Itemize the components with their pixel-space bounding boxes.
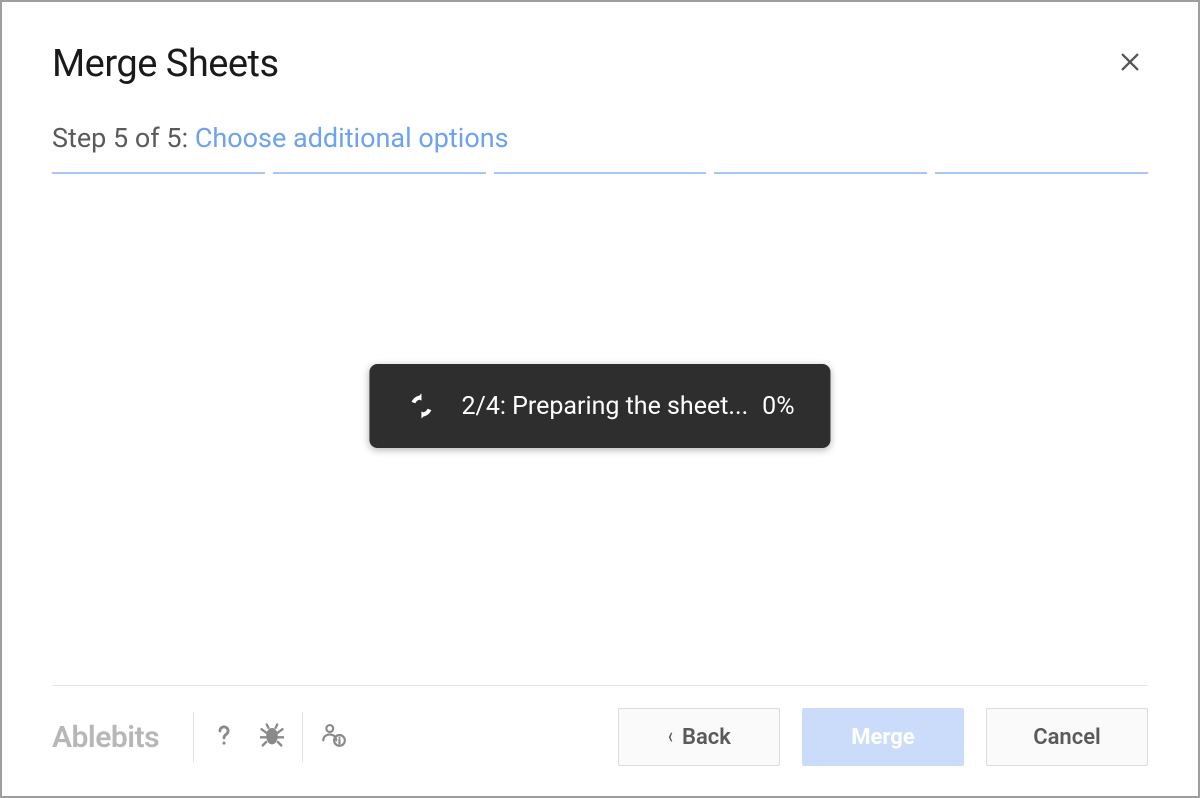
- account-info-button[interactable]: [309, 713, 357, 761]
- step-prefix: Step 5 of 5:: [52, 122, 195, 154]
- help-icon: [210, 721, 238, 753]
- user-info-icon: [319, 721, 347, 753]
- cancel-button[interactable]: Cancel: [986, 708, 1148, 766]
- toast-text: 2/4: Preparing the sheet... 0%: [461, 392, 794, 421]
- back-button-label: Back: [682, 725, 731, 750]
- action-buttons: ‹ Back Merge Cancel: [618, 708, 1148, 766]
- footer: Ablebits: [52, 685, 1148, 766]
- bug-report-button[interactable]: [248, 713, 296, 761]
- bug-icon: [258, 721, 286, 753]
- help-button[interactable]: [200, 713, 248, 761]
- toast-message: 2/4: Preparing the sheet...: [461, 392, 748, 421]
- footer-icons: [200, 713, 296, 761]
- separator: [193, 712, 194, 762]
- footer-icons-2: [309, 713, 357, 761]
- step-highlight: Choose additional options: [195, 122, 509, 154]
- dialog-title: Merge Sheets: [52, 42, 279, 86]
- close-button[interactable]: [1112, 46, 1148, 82]
- merge-button[interactable]: Merge: [802, 708, 964, 766]
- header: Merge Sheets: [52, 42, 1148, 86]
- cancel-button-label: Cancel: [1033, 725, 1101, 750]
- chevron-left-icon: ‹: [668, 726, 673, 748]
- toast-percent: 0%: [762, 392, 794, 421]
- dialog-frame: Merge Sheets Step 5 of 5: Choose additio…: [0, 0, 1200, 798]
- step-label: Step 5 of 5: Choose additional options: [52, 122, 1148, 154]
- brand-label: Ablebits: [52, 720, 159, 755]
- back-button[interactable]: ‹ Back: [618, 708, 780, 766]
- separator: [302, 712, 303, 762]
- body: 2/4: Preparing the sheet... 0%: [52, 174, 1148, 685]
- progress-toast: 2/4: Preparing the sheet... 0%: [369, 364, 830, 448]
- merge-button-label: Merge: [851, 725, 914, 750]
- close-icon: [1119, 51, 1141, 77]
- refresh-icon: [405, 390, 437, 422]
